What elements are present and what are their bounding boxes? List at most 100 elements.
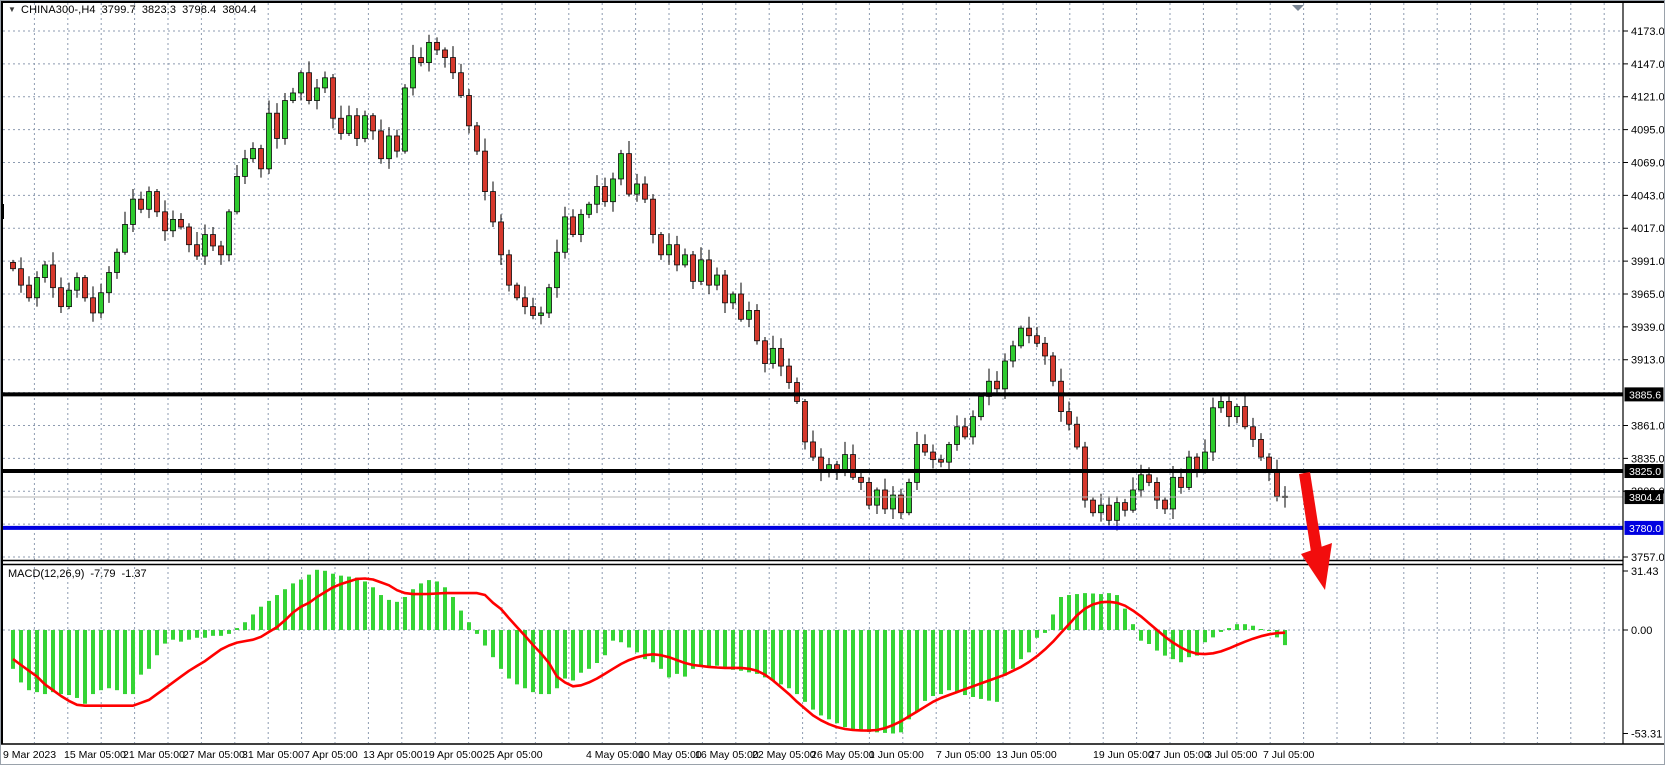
macd-histogram-bar <box>515 630 519 684</box>
macd-histogram-bar <box>1083 593 1087 630</box>
time-axis-label: 26 May 05:00 <box>811 749 875 761</box>
candle <box>803 399 808 450</box>
macd-histogram-bar <box>1211 630 1215 637</box>
macd-histogram-bar <box>1219 630 1223 632</box>
candle <box>1043 337 1048 365</box>
macd-histogram-bar <box>1027 630 1031 652</box>
macd-histogram-bar <box>323 571 327 630</box>
macd-histogram-bar <box>451 597 455 630</box>
macd-histogram-bar <box>875 630 879 732</box>
candle <box>147 187 152 219</box>
candle <box>203 224 208 264</box>
candle <box>475 122 480 155</box>
macd-histogram-bar <box>843 630 847 727</box>
macd-histogram-bar <box>739 630 743 671</box>
candle <box>1275 460 1280 502</box>
axis-tick-label: 3861.0 <box>1631 420 1665 432</box>
macd-histogram-bar <box>1075 594 1079 630</box>
symbol-period-label: CHINA300-,H4 <box>21 4 96 16</box>
macd-histogram-bar <box>99 630 103 690</box>
candle <box>851 444 856 479</box>
axis-tick-label: 4095.0 <box>1631 125 1665 137</box>
candle <box>1211 398 1216 461</box>
macd-histogram-bar <box>1227 628 1231 630</box>
macd-histogram-bar <box>331 574 335 630</box>
candle <box>539 307 544 325</box>
macd-histogram-bar <box>115 630 119 690</box>
candle <box>43 261 48 282</box>
price-line-label-text: 3825.0 <box>1629 466 1661 478</box>
macd-histogram-bar <box>963 630 967 695</box>
quote-low: 3798.4 <box>182 4 216 16</box>
candle <box>275 103 280 149</box>
macd-histogram-bar <box>75 630 79 698</box>
price-line-label: 3780.0 <box>1625 521 1664 535</box>
macd-histogram-bar <box>1251 626 1255 630</box>
macd-histogram-bar <box>675 630 679 674</box>
chart-shift-marker-icon[interactable] <box>1292 5 1304 11</box>
axis-tick-label: 3757.0 <box>1631 552 1665 564</box>
macd-histogram-bar <box>851 630 855 729</box>
macd-histogram-bar <box>835 630 839 723</box>
macd-histogram-bar <box>755 630 759 674</box>
time-axis-label: 21 Mar 05:00 <box>123 749 185 761</box>
candle <box>507 250 512 292</box>
candle <box>699 247 704 285</box>
axis-tick-label: 4121.0 <box>1631 92 1665 104</box>
candle <box>403 84 408 154</box>
quote-open: 3799.7 <box>102 4 136 16</box>
macd-histogram-bar <box>699 630 703 666</box>
symbol-dropdown-icon[interactable]: ▼ <box>8 5 16 14</box>
time-axis-label: 25 Apr 05:00 <box>483 749 543 761</box>
candle <box>1171 466 1176 519</box>
macd-histogram-bar <box>1035 630 1039 638</box>
candle <box>299 70 304 100</box>
macd-histogram-bar <box>619 630 623 642</box>
macd-histogram-bar <box>763 630 767 677</box>
price-line-label-text: 3885.6 <box>1629 389 1661 401</box>
candle <box>1219 394 1224 413</box>
candle <box>1051 352 1056 386</box>
price-axis[interactable]: 4173.04147.04121.04095.04069.04043.04017… <box>1623 3 1665 743</box>
macd-histogram-bar <box>243 622 247 630</box>
macd-histogram-bar <box>1267 630 1271 631</box>
macd-histogram-bar <box>979 630 983 699</box>
chart-canvas[interactable]: 4173.04147.04121.04095.04069.04043.04017… <box>1 1 1665 765</box>
price-line-label: 3825.0 <box>1625 464 1664 478</box>
macd-histogram-bar <box>731 630 735 670</box>
macd-histogram-bar <box>1051 614 1055 630</box>
macd-histogram-bar <box>907 630 911 719</box>
candle <box>179 213 184 229</box>
axis-tick-label: 3835.0 <box>1631 453 1665 465</box>
candle <box>1075 417 1080 450</box>
candlesticks[interactable] <box>11 35 1288 531</box>
macd-histogram-bar <box>491 630 495 657</box>
time-axis-label: 22 May 05:00 <box>752 749 816 761</box>
candle <box>1131 477 1136 512</box>
candle <box>883 479 888 514</box>
macd-histogram-bar <box>595 630 599 663</box>
candle <box>1123 499 1128 517</box>
macd-histogram-bar <box>363 581 367 630</box>
macd-histogram-bar <box>1139 630 1143 641</box>
candle <box>331 74 336 128</box>
candle <box>827 458 832 477</box>
time-axis[interactable]: 9 Mar 202315 Mar 05:0021 Mar 05:0027 Mar… <box>3 749 1315 761</box>
macd-histogram-bar <box>955 630 959 692</box>
macd-histogram-bar <box>147 630 151 669</box>
candle <box>819 448 824 481</box>
macd-histogram-bar <box>395 602 399 630</box>
candle <box>211 227 216 251</box>
time-axis-label: 31 Mar 05:00 <box>242 749 304 761</box>
candle <box>731 291 736 309</box>
candle <box>123 212 128 255</box>
candle <box>931 444 936 468</box>
candle <box>611 173 616 212</box>
candle <box>555 240 560 298</box>
macd-histogram-bar <box>787 630 791 688</box>
candle <box>571 209 576 237</box>
macd-histogram-bar <box>267 601 271 630</box>
macd-histogram-bar <box>859 630 863 731</box>
macd-histogram-bar <box>555 630 559 688</box>
macd-histogram-bar <box>723 630 727 669</box>
